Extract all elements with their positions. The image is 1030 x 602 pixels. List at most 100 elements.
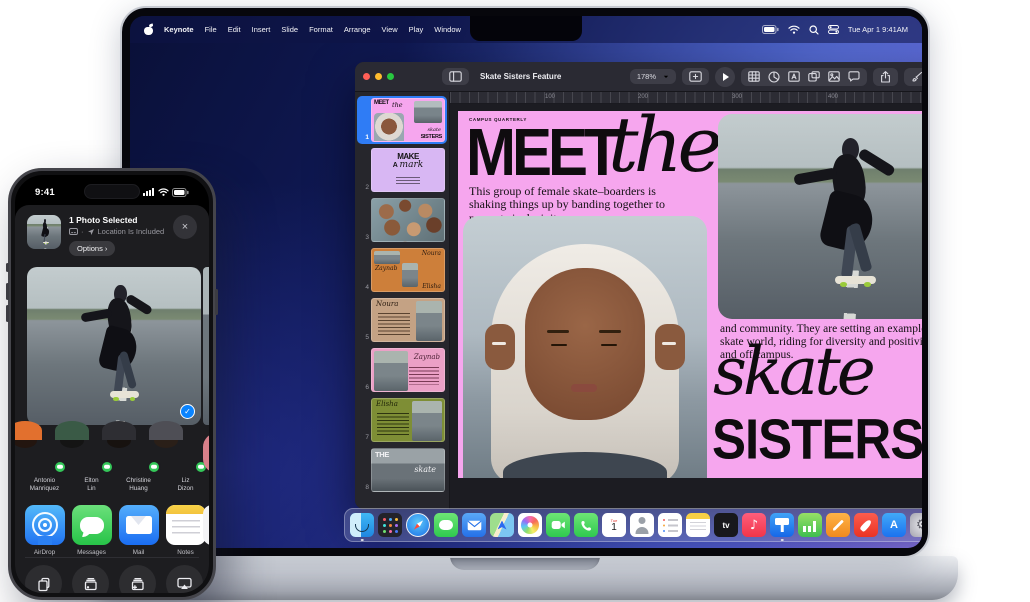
volume-down-button [6, 305, 9, 322]
dock-safari-icon[interactable] [406, 513, 430, 537]
airdrop-button[interactable]: AirDrop [21, 505, 68, 556]
dock-music-icon[interactable]: ♪ [742, 513, 766, 537]
zoom-level-menu[interactable]: 178% [630, 69, 676, 84]
dock-facetime-icon[interactable] [546, 513, 570, 537]
close-button[interactable]: × [173, 215, 197, 239]
dock-rocket-icon[interactable] [854, 513, 878, 537]
add-to-shared-album-button[interactable] [72, 565, 109, 593]
apple-menu-icon[interactable] [144, 25, 153, 35]
menu-format[interactable]: Format [309, 25, 333, 34]
notes-share-button[interactable]: Notes [162, 505, 209, 556]
battery-icon[interactable] [762, 25, 779, 34]
menu-slide[interactable]: Slide [281, 25, 298, 34]
dock-calendar-icon[interactable]: Tue 1 [602, 513, 626, 537]
sheet-divider [25, 557, 199, 558]
messages-badge-icon [100, 460, 114, 474]
selected-photo-thumbnail [27, 215, 61, 249]
slide-thumbnail-5[interactable]: 5 Noura [357, 296, 447, 344]
macbook-base [92, 556, 958, 600]
copy-button[interactable] [25, 565, 62, 593]
add-to-album-button[interactable] [119, 565, 156, 593]
menu-arrange[interactable]: Arrange [344, 25, 371, 34]
wifi-icon[interactable] [788, 25, 800, 34]
options-button[interactable]: Options › [69, 241, 115, 256]
slide-road-photo [718, 114, 922, 319]
share-sheet-subtitle: · Location Is Included [69, 227, 165, 236]
play-button[interactable] [715, 67, 735, 87]
dock-mail-icon[interactable] [462, 513, 486, 537]
mail-share-button[interactable]: Mail [115, 505, 162, 556]
slide-thumbnail-8[interactable]: 8 THE skate [357, 446, 447, 494]
dock-notes-icon[interactable] [686, 513, 710, 537]
dock-reminders-icon[interactable] [658, 513, 682, 537]
screen-mirroring-button[interactable] [166, 565, 203, 593]
power-button [215, 289, 218, 315]
contact-liz[interactable]: LizDizon [162, 433, 209, 493]
menu-app-name[interactable]: Keynote [164, 25, 194, 34]
mute-switch [6, 263, 9, 272]
wifi-icon [158, 188, 169, 196]
slide-thumbnail-1[interactable]: 1 MEET the skate SISTERS [357, 96, 447, 144]
selected-photo[interactable]: ✓ [27, 267, 201, 425]
shape-icon[interactable] [808, 71, 820, 82]
text-icon[interactable] [788, 71, 800, 82]
share-apps-row: AirDrop Messages Mail Notes [21, 505, 209, 556]
media-icon[interactable] [828, 71, 840, 82]
slide-footer-script: skate [713, 339, 872, 405]
menu-view[interactable]: View [382, 25, 398, 34]
dock-pages-icon[interactable] [826, 513, 850, 537]
messages-icon [72, 505, 112, 545]
slide-thumbnail-4[interactable]: 4 Noura Zaynab Elisha [357, 246, 447, 294]
messages-badge-icon [53, 460, 67, 474]
dock: Tue 1 tv ♪ A ⚙ [344, 508, 922, 542]
menu-play[interactable]: Play [409, 25, 424, 34]
window-zoom-button[interactable] [387, 73, 394, 80]
menu-file[interactable]: File [205, 25, 217, 34]
window-minimize-button[interactable] [375, 73, 382, 80]
table-icon[interactable] [748, 71, 760, 82]
add-slide-button[interactable] [682, 68, 709, 85]
view-button[interactable] [442, 68, 469, 85]
slide-thumbnail-6[interactable]: 6 Zaynab [357, 346, 447, 394]
dock-contacts-icon[interactable] [630, 513, 654, 537]
format-icon[interactable] [911, 71, 922, 83]
chart-icon[interactable] [768, 71, 780, 83]
menu-window[interactable]: Window [434, 25, 461, 34]
menu-edit[interactable]: Edit [228, 25, 241, 34]
menu-bar-clock[interactable]: Tue Apr 1 9:41AM [848, 25, 908, 34]
dock-settings-icon[interactable]: ⚙ [910, 513, 922, 537]
menu-insert[interactable]: Insert [252, 25, 271, 34]
slide-thumbnail-2[interactable]: 2 MAKE A mark [357, 146, 447, 194]
dock-launchpad-icon[interactable] [378, 513, 402, 537]
share-button[interactable] [873, 68, 898, 86]
slide-thumbnail-7[interactable]: 7 Elisha [357, 396, 447, 444]
close-icon: × [182, 221, 188, 233]
messages-share-button[interactable]: Messages [68, 505, 115, 556]
dock-maps-icon[interactable] [490, 513, 514, 537]
control-center-icon[interactable] [828, 25, 839, 34]
share-contacts-row: AntonioManriquez EltonLin ChristineHuang… [21, 433, 209, 493]
slide-editor[interactable]: CAMPUS QUARTERLY MEET the This group of … [458, 111, 922, 478]
messages-badge-icon [147, 460, 161, 474]
volume-up-button [6, 283, 9, 300]
screen-mirroring-icon [176, 576, 193, 591]
dock-photos-icon[interactable] [518, 513, 542, 537]
search-icon[interactable] [809, 25, 819, 35]
next-photo-sliver[interactable] [203, 267, 209, 425]
skater-figure [79, 283, 156, 409]
window-close-button[interactable] [363, 73, 370, 80]
presentation-title: Skate Sisters Feature [480, 72, 561, 81]
dock-numbers-icon[interactable] [798, 513, 822, 537]
keynote-window: Skate Sisters Feature 178% [355, 62, 922, 509]
dock-keynote-icon[interactable] [770, 513, 794, 537]
dock-finder-icon[interactable] [350, 513, 374, 537]
slide-thumbnail-3[interactable]: 3 [357, 196, 447, 244]
dock-tv-icon[interactable]: tv [714, 513, 738, 537]
comment-icon[interactable] [848, 71, 860, 82]
dock-phone-icon[interactable] [574, 513, 598, 537]
dock-messages-icon[interactable] [434, 513, 458, 537]
dock-app-store-icon[interactable]: A [882, 513, 906, 537]
thumbnail-art-4: Noura Zaynab Elisha [371, 248, 445, 292]
macbook-display: Keynote File Edit Insert Slide Format Ar… [130, 16, 922, 548]
add-to-shared-album-icon [82, 576, 99, 592]
